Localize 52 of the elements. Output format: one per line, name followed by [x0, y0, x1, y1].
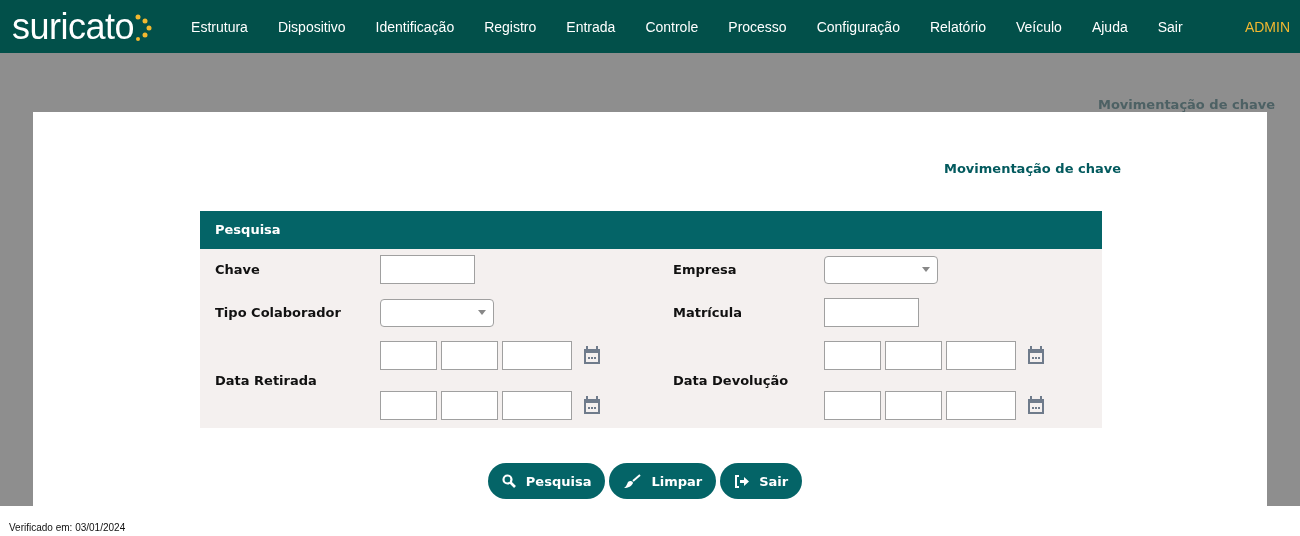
menu-item[interactable]: Ajuda: [1076, 18, 1143, 35]
field-label: Chave: [215, 262, 261, 277]
logo: suricato: [12, 8, 135, 45]
date-field[interactable]: [502, 341, 572, 370]
broom-icon: [623, 473, 642, 489]
action-button[interactable]: Pesquisa: [487, 463, 606, 499]
verification-date: Verificado em: 03/01/2024: [9, 522, 126, 533]
user-name[interactable]: ADMIN: [1244, 18, 1290, 35]
date-field[interactable]: [946, 341, 1016, 370]
field-label: Matrícula: [673, 305, 743, 320]
field-label: Empresa: [673, 262, 738, 277]
date-field[interactable]: [441, 341, 498, 370]
menu-item[interactable]: Controle: [630, 18, 714, 35]
menu-item[interactable]: Estrutura: [176, 18, 263, 35]
action-button[interactable]: Sair: [720, 463, 803, 499]
menu-item[interactable]: Identificação: [360, 18, 470, 35]
date-field[interactable]: [380, 341, 437, 370]
search-icon: [501, 474, 516, 488]
menu-item[interactable]: Veículo: [1000, 18, 1077, 35]
date-field[interactable]: [441, 391, 498, 420]
calendar-icon[interactable]: [583, 346, 601, 365]
calendar-icon[interactable]: [1027, 396, 1045, 415]
menu-item[interactable]: Configuração: [801, 18, 915, 35]
field-label: Data Devolução: [673, 373, 790, 388]
date-field[interactable]: [824, 391, 881, 420]
exit-icon: [734, 474, 750, 488]
date-field[interactable]: [380, 391, 437, 420]
action-button[interactable]: Limpar: [609, 463, 717, 499]
date-field[interactable]: [885, 341, 942, 370]
date-field[interactable]: [946, 391, 1016, 420]
page-title: Movimentação de chave: [1097, 97, 1276, 112]
menu-item[interactable]: Entrada: [551, 18, 631, 35]
dropdown[interactable]: [824, 255, 938, 284]
date-field[interactable]: [885, 391, 942, 420]
calendar-icon[interactable]: [1027, 346, 1045, 365]
field-label: Tipo Colaborador: [215, 305, 342, 320]
menu-item[interactable]: Sair: [1142, 18, 1198, 35]
menu-item[interactable]: Processo: [713, 18, 802, 35]
dropdown[interactable]: [380, 298, 494, 327]
calendar-icon[interactable]: [583, 396, 601, 415]
input-field[interactable]: [824, 298, 919, 327]
menu-item[interactable]: Registro: [469, 18, 552, 35]
caret-icon: [478, 310, 486, 315]
panel-header: Pesquisa: [200, 211, 1102, 249]
date-field[interactable]: [824, 341, 881, 370]
date-field[interactable]: [502, 391, 572, 420]
field-label: Data Retirada: [215, 373, 318, 388]
menu-item[interactable]: Relatório: [914, 18, 1001, 35]
input-field[interactable]: [380, 255, 475, 284]
caret-icon: [922, 267, 930, 272]
dialog-title: Movimentação de chave: [943, 161, 1121, 178]
menu-item[interactable]: Dispositivo: [262, 18, 361, 35]
